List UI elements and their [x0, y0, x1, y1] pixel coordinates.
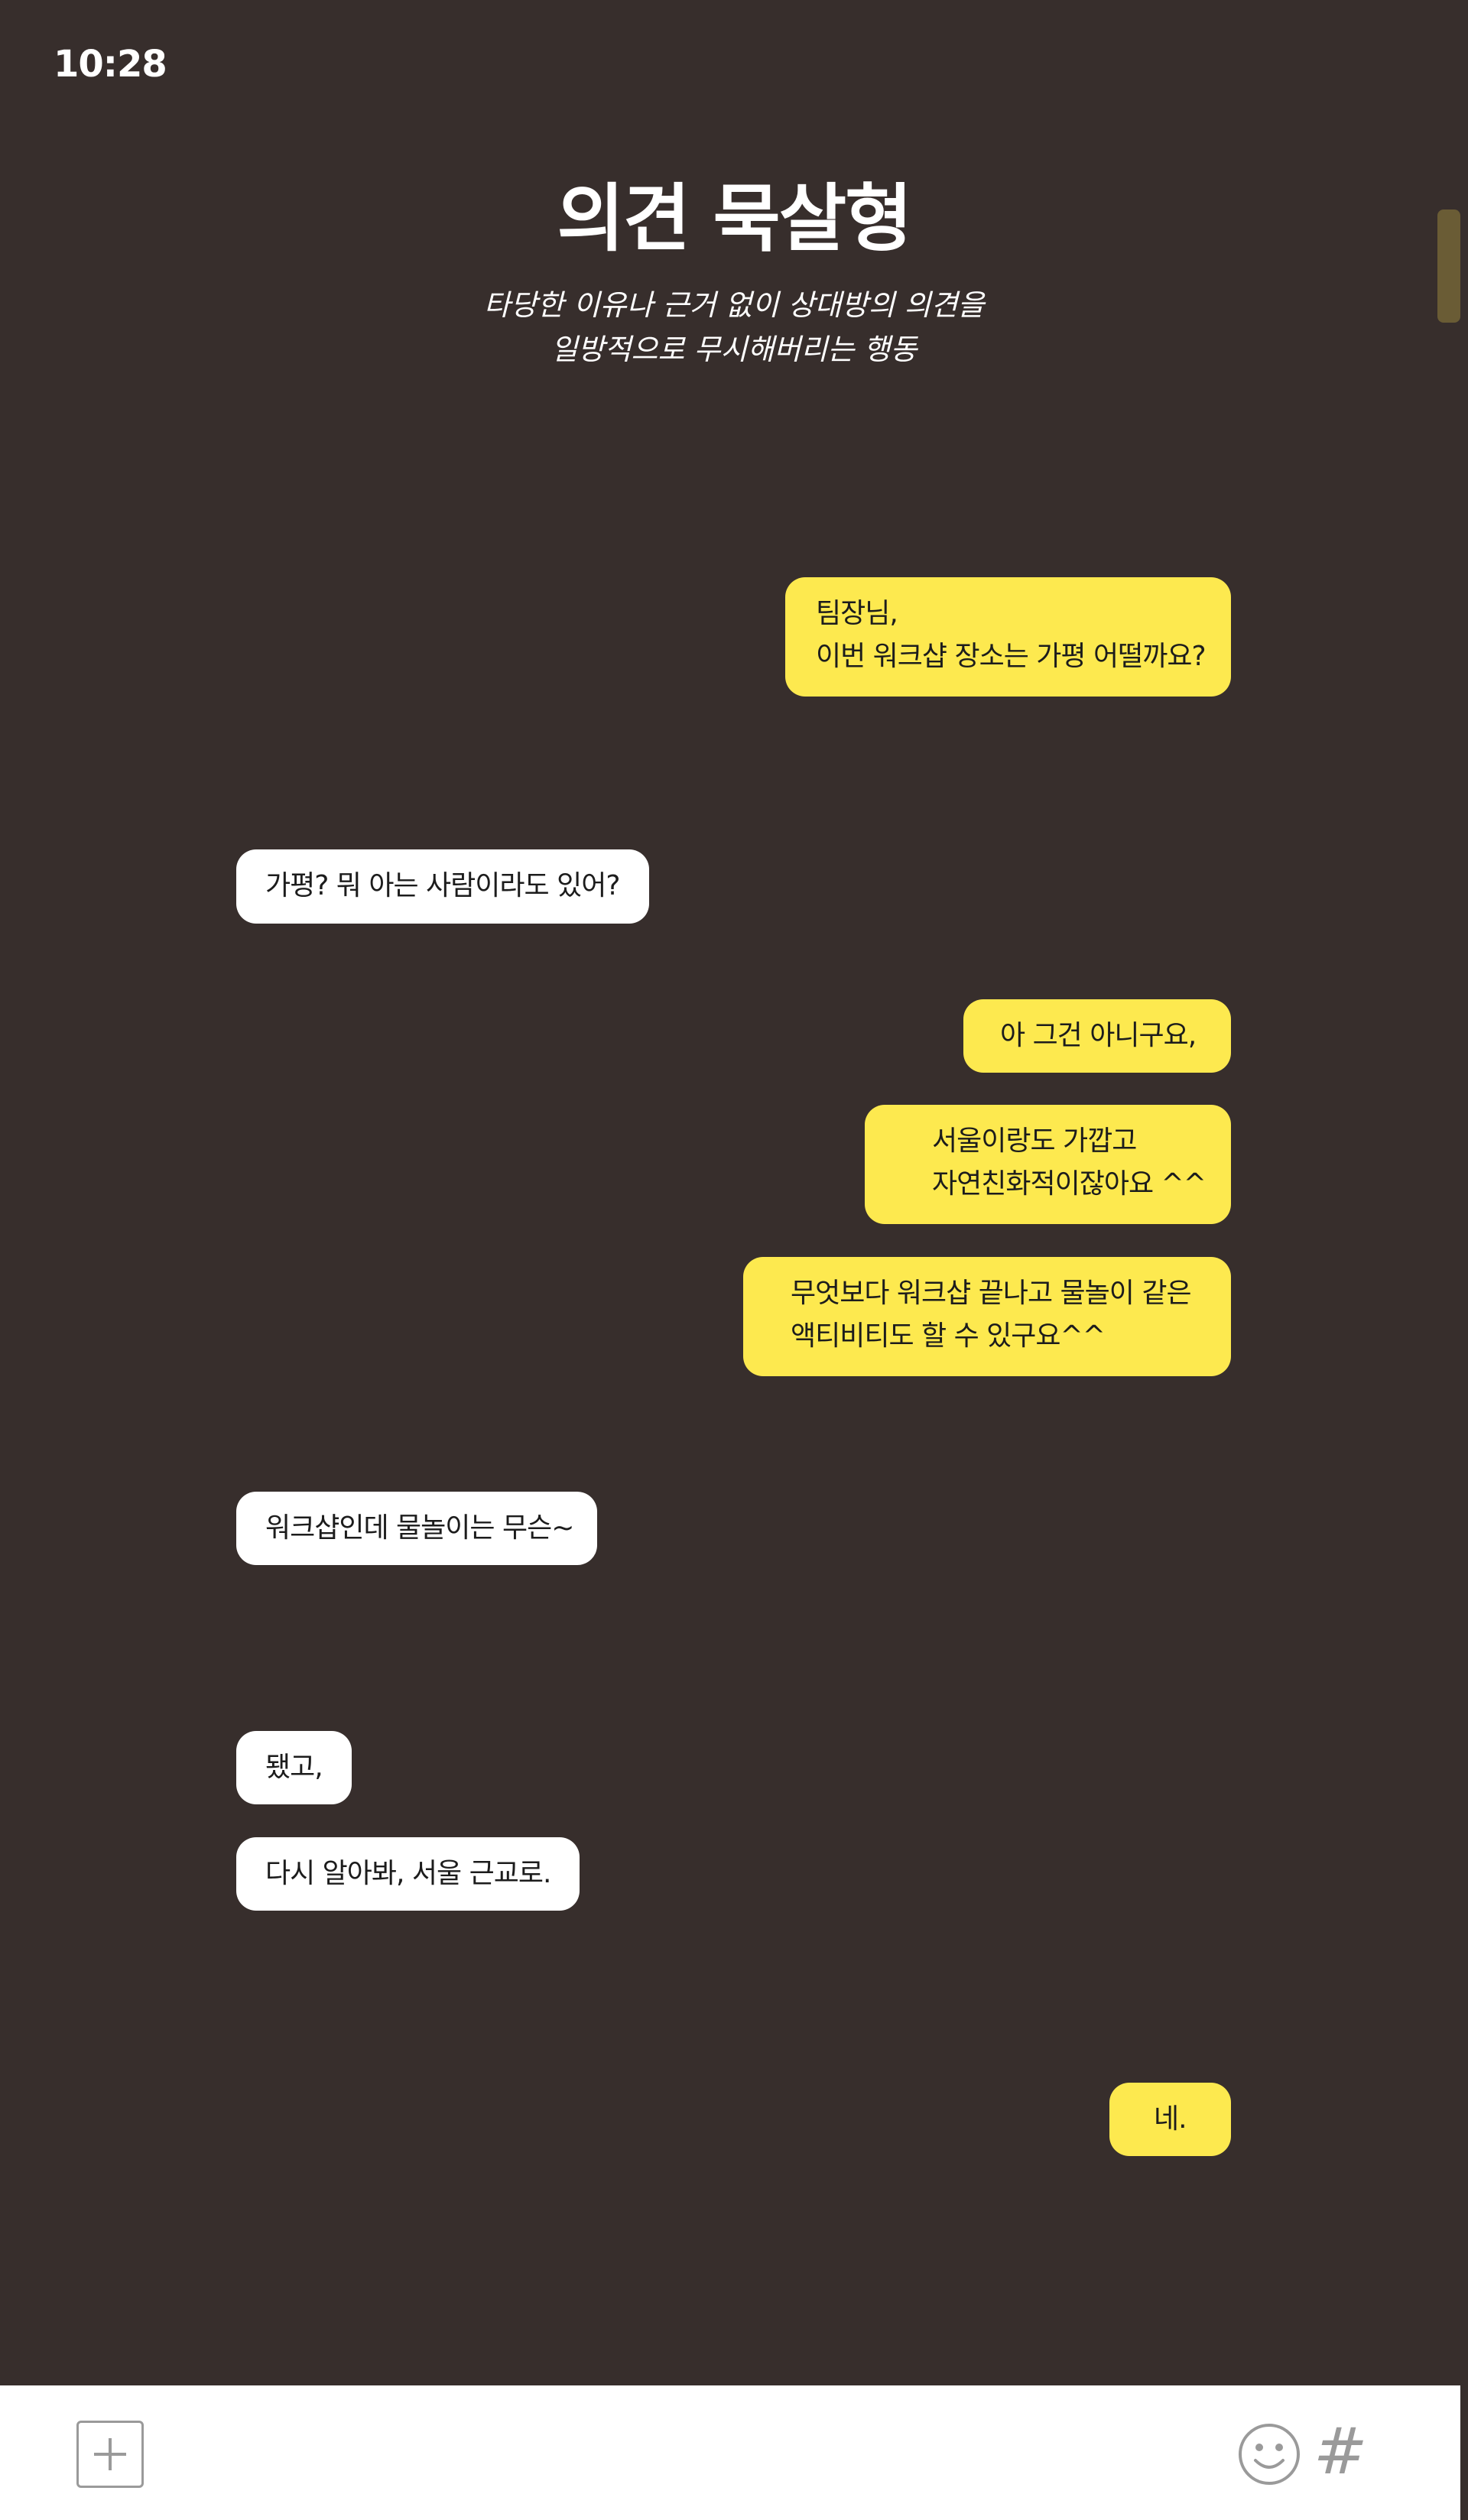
message-line: 자연친화적이잖아요 ^^ [932, 1168, 1207, 1200]
message-line: 무엇보다 워크샵 끝나고 물놀이 같은 [791, 1278, 1192, 1309]
my-message-bubble[interactable]: 무엇보다 워크샵 끝나고 물놀이 같은 액티비티도 할 수 있구요^^ [743, 1257, 1231, 1376]
other-message-bubble[interactable]: 워크샵인데 물놀이는 무슨~ [236, 1492, 597, 1565]
message-line: 다시 알아봐, 서울 근교로. [265, 1858, 551, 1889]
plus-icon[interactable] [76, 2421, 144, 2488]
message-line: 서울이랑도 가깝고 [932, 1125, 1137, 1157]
other-message-bubble[interactable]: 다시 알아봐, 서울 근교로. [236, 1837, 580, 1911]
other-message-bubble[interactable]: 가평? 뭐 아는 사람이라도 있어? [236, 849, 649, 924]
other-message-bubble[interactable]: 됐고, [236, 1731, 352, 1804]
message-line: 팀장님, [816, 598, 898, 629]
message-line: 됐고, [265, 1752, 323, 1783]
my-message-bubble[interactable]: 네. [1109, 2083, 1231, 2156]
chat-screen: 10:28 의견 묵살형 타당한 이유나 근거 없이 상대방의 의견을 일방적으… [0, 0, 1468, 2520]
subtitle-line: 일방적으로 무시해버리는 행동 [550, 333, 917, 366]
message-line: 워크샵인데 물놀이는 무슨~ [265, 1512, 574, 1544]
message-line: 아 그건 아니구요, [1000, 1020, 1197, 1051]
message-line: 이번 워크샵 장소는 가평 어떨까요? [816, 641, 1207, 672]
my-message-bubble[interactable]: 팀장님, 이번 워크샵 장소는 가평 어떨까요? [785, 577, 1231, 697]
message-line: 네. [1154, 2103, 1187, 2135]
message-line: 액티비티도 할 수 있구요^^ [791, 1320, 1106, 1352]
emoji-icon[interactable] [1237, 2422, 1301, 2486]
my-message-bubble[interactable]: 아 그건 아니구요, [963, 999, 1231, 1073]
page-subtitle: 타당한 이유나 근거 없이 상대방의 의견을 일방적으로 무시해버리는 행동 [0, 283, 1468, 372]
status-time: 10:28 [54, 43, 167, 86]
my-message-bubble[interactable]: 서울이랑도 가깝고 자연친화적이잖아요 ^^ [865, 1105, 1231, 1224]
page-title: 의견 묵살형 [557, 176, 912, 261]
hash-icon[interactable]: # [1314, 2414, 1367, 2488]
subtitle-line: 타당한 이유나 근거 없이 상대방의 의견을 [483, 288, 985, 322]
message-line: 가평? 뭐 아는 사람이라도 있어? [265, 870, 620, 901]
input-bar-edge [1460, 2385, 1468, 2520]
